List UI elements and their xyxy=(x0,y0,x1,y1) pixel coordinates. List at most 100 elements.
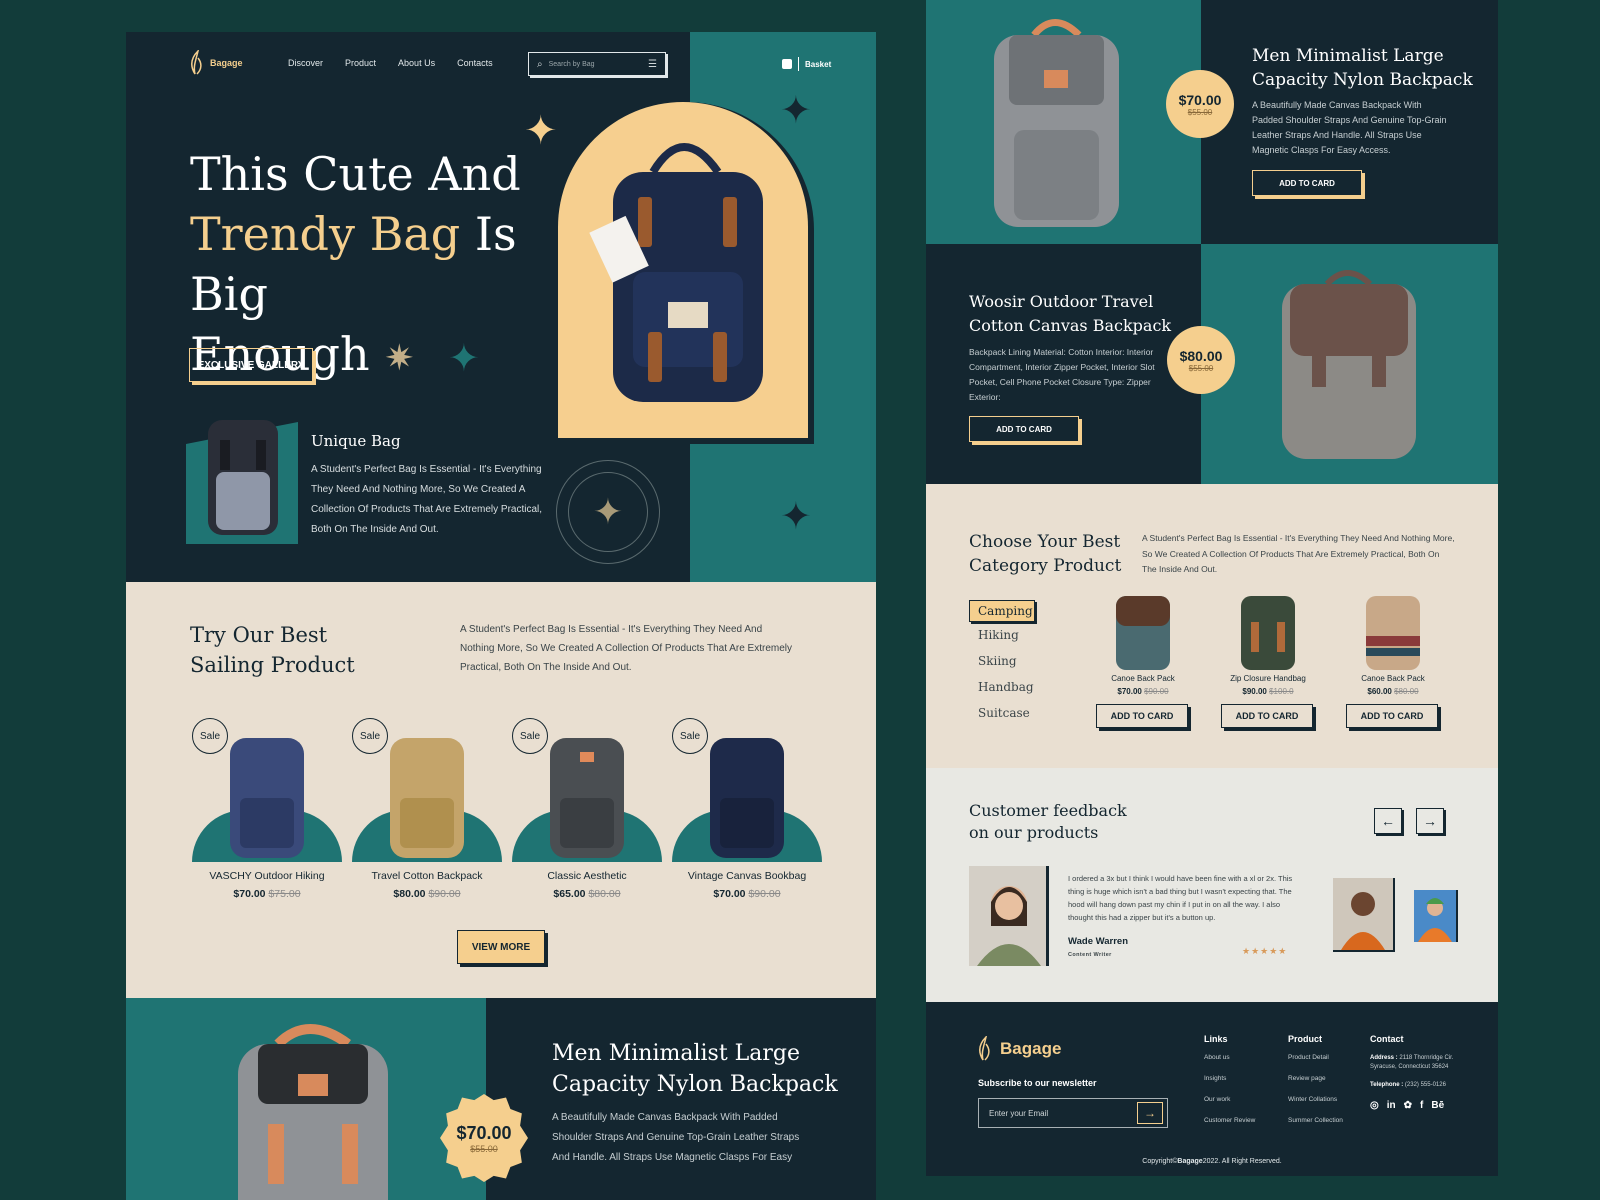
category-add-to-cart[interactable]: ADD TO CARD xyxy=(1346,704,1438,728)
footer-link[interactable]: Summer Collection xyxy=(1288,1117,1343,1124)
logo[interactable]: Bagage xyxy=(190,50,243,76)
phone-value: (232) 555-0126 xyxy=(1404,1082,1446,1088)
category-tab-handbag[interactable]: Handbag xyxy=(978,680,1034,694)
instagram-icon[interactable]: ◎ xyxy=(1370,1100,1379,1111)
product-image xyxy=(390,738,464,858)
arrow-right-icon: → xyxy=(1144,1106,1156,1120)
star-icon: ✦ xyxy=(780,496,812,538)
sale-badge: Sale xyxy=(192,718,228,754)
feedback-title-2: on our products xyxy=(969,823,1099,842)
newsletter-submit-button[interactable]: → xyxy=(1137,1102,1163,1124)
feature-top-add-to-cart[interactable]: ADD TO CARD xyxy=(1252,170,1362,196)
footer-address: Address : 2118 Thornridge Cir. Syracuse,… xyxy=(1370,1054,1458,1072)
product-price: $70.00 $90.00 xyxy=(672,888,822,900)
category-card[interactable]: Canoe Back Pack $70.00 $90.00 ADD TO CAR… xyxy=(1096,592,1190,728)
product-name: Classic Aesthetic xyxy=(547,870,627,882)
price-current: $70.00 xyxy=(233,888,266,900)
feature-text: A Beautifully Made Canvas Backpack With … xyxy=(552,1112,800,1163)
price-current: $90.00 xyxy=(1242,687,1267,696)
phone-label: Telephone : xyxy=(1370,1082,1404,1088)
search-box[interactable]: ⌕ Search by Bag ☰ xyxy=(528,52,666,76)
bag-icon xyxy=(782,59,792,69)
category-product-name: Canoe Back Pack xyxy=(1111,674,1175,683)
category-tab-hiking[interactable]: Hiking xyxy=(978,628,1019,642)
feedback-title: Customer feedback on our products xyxy=(969,800,1127,844)
reviewer-name: Wade Warren xyxy=(1068,936,1129,947)
category-add-to-cart[interactable]: ADD TO CARD xyxy=(1096,704,1188,728)
footer-link[interactable]: Insights xyxy=(1204,1075,1255,1082)
product-price: $70.00 $75.00 xyxy=(192,888,342,900)
footer-product-column: Product Product Detail Review page Winte… xyxy=(1288,1034,1343,1124)
feature-mid-title-1: Woosir Outdoor Travel xyxy=(969,292,1154,311)
hero-backpack-image xyxy=(589,143,763,402)
category-tab-suitcase[interactable]: Suitcase xyxy=(978,706,1030,720)
best-selling-text: A Student's Perfect Bag Is Essential - I… xyxy=(460,624,793,673)
reviewer-thumb-2[interactable] xyxy=(1414,890,1458,942)
basket-label: Basket xyxy=(805,59,832,69)
reviewer-thumb-1[interactable] xyxy=(1333,878,1395,952)
feature-top-title: Men Minimalist Large Capacity Nylon Back… xyxy=(1252,44,1473,92)
footer-link[interactable]: Product Detail xyxy=(1288,1054,1343,1061)
category-product-name: Canoe Back Pack xyxy=(1361,674,1425,683)
prev-arrow-button[interactable]: ← xyxy=(1374,808,1402,834)
price-old: $80.00 xyxy=(588,888,621,900)
category-tab-camping[interactable]: Camping xyxy=(969,600,1035,622)
nav-contacts[interactable]: Contacts xyxy=(457,58,493,68)
footer-logo[interactable]: Bagage xyxy=(978,1036,1061,1062)
price-current: $80.00 xyxy=(393,888,426,900)
facebook-icon[interactable]: f xyxy=(1420,1100,1423,1111)
category-tab-skiing[interactable]: Skiing xyxy=(978,654,1017,668)
footer-link[interactable]: Review page xyxy=(1288,1075,1343,1082)
behance-icon[interactable]: Bē xyxy=(1431,1100,1444,1111)
nav-discover[interactable]: Discover xyxy=(288,58,323,68)
unique-bag-text: A Student's Perfect Bag Is Essential - I… xyxy=(311,464,543,535)
reviewer-role: Content Writer xyxy=(1068,952,1112,958)
filter-icon[interactable]: ☰ xyxy=(648,59,657,70)
footer-contact-title: Contact xyxy=(1370,1034,1404,1044)
feature-mid-backpack-image xyxy=(1282,270,1416,459)
footer-product-title: Product xyxy=(1288,1034,1323,1044)
category-add-to-cart[interactable]: ADD TO CARD xyxy=(1221,704,1313,728)
search-input[interactable]: Search by Bag xyxy=(549,61,642,68)
exclusive-gallery-button[interactable]: EXCLUSIVE GALLERY xyxy=(189,348,313,382)
footer-links-title: Links xyxy=(1204,1034,1228,1044)
category-card[interactable]: Zip Closure Handbag $90.00 $100.0 ADD TO… xyxy=(1221,592,1315,728)
product-name: Travel Cotton Backpack xyxy=(371,870,483,882)
footer-link[interactable]: Winter Collations xyxy=(1288,1096,1343,1103)
hero-line-2: Trendy Bag Is Big xyxy=(190,204,570,324)
price-old: $90.00 xyxy=(748,888,781,900)
product-price: $80.00 $90.00 xyxy=(352,888,502,900)
star-icon: ✦ xyxy=(780,90,812,132)
nav-product[interactable]: Product xyxy=(345,58,376,68)
sparkle-icon: ✷ xyxy=(384,338,415,379)
nav-about-us[interactable]: About Us xyxy=(398,58,435,68)
category-card[interactable]: Canoe Back Pack $60.00 $80.00 ADD TO CAR… xyxy=(1346,592,1440,728)
best-selling-title-1: Try Our Best xyxy=(190,623,328,647)
category-product-price: $90.00 $100.0 xyxy=(1221,687,1315,696)
price-current: $65.00 xyxy=(553,888,586,900)
hero-line-2-gold: Trendy Bag xyxy=(190,207,461,261)
dribbble-icon[interactable]: ✿ xyxy=(1404,1100,1412,1111)
feature-top-price: $70.00 xyxy=(1178,91,1222,108)
feedback-section: Customer feedback on our products ← → I … xyxy=(926,768,1498,1002)
footer-link[interactable]: Customer Review xyxy=(1204,1117,1255,1124)
category-title: Choose Your Best Category Product xyxy=(969,530,1121,578)
feature-mid-title: Woosir Outdoor Travel Cotton Canvas Back… xyxy=(969,290,1171,338)
feature-mid-add-to-cart[interactable]: ADD TO CARD xyxy=(969,416,1079,442)
next-arrow-button[interactable]: → xyxy=(1416,808,1444,834)
feature-mid-price-old: $55.00 xyxy=(1188,363,1214,373)
sale-badge: Sale xyxy=(672,718,708,754)
view-more-button[interactable]: VIEW MORE xyxy=(457,930,545,964)
category-product-price: $60.00 $80.00 xyxy=(1346,687,1440,696)
linkedin-icon[interactable]: in xyxy=(1387,1100,1396,1111)
footer-link[interactable]: About us xyxy=(1204,1054,1255,1061)
price-old: $80.00 xyxy=(1394,687,1419,696)
newsletter-form: Enter your Email → xyxy=(978,1098,1168,1128)
footer-link[interactable]: Our work xyxy=(1204,1096,1255,1103)
footer-links-column: Links About us Insights Our work Custome… xyxy=(1204,1034,1255,1124)
copyright-suffix: 2022. All Right Reserved. xyxy=(1202,1158,1282,1165)
feature-mid-title-2: Cotton Canvas Backpack xyxy=(969,316,1172,335)
email-input[interactable]: Enter your Email xyxy=(989,1109,1137,1118)
basket-button[interactable]: Basket xyxy=(782,57,831,71)
compass-inner-circle: ✦ xyxy=(568,472,648,552)
